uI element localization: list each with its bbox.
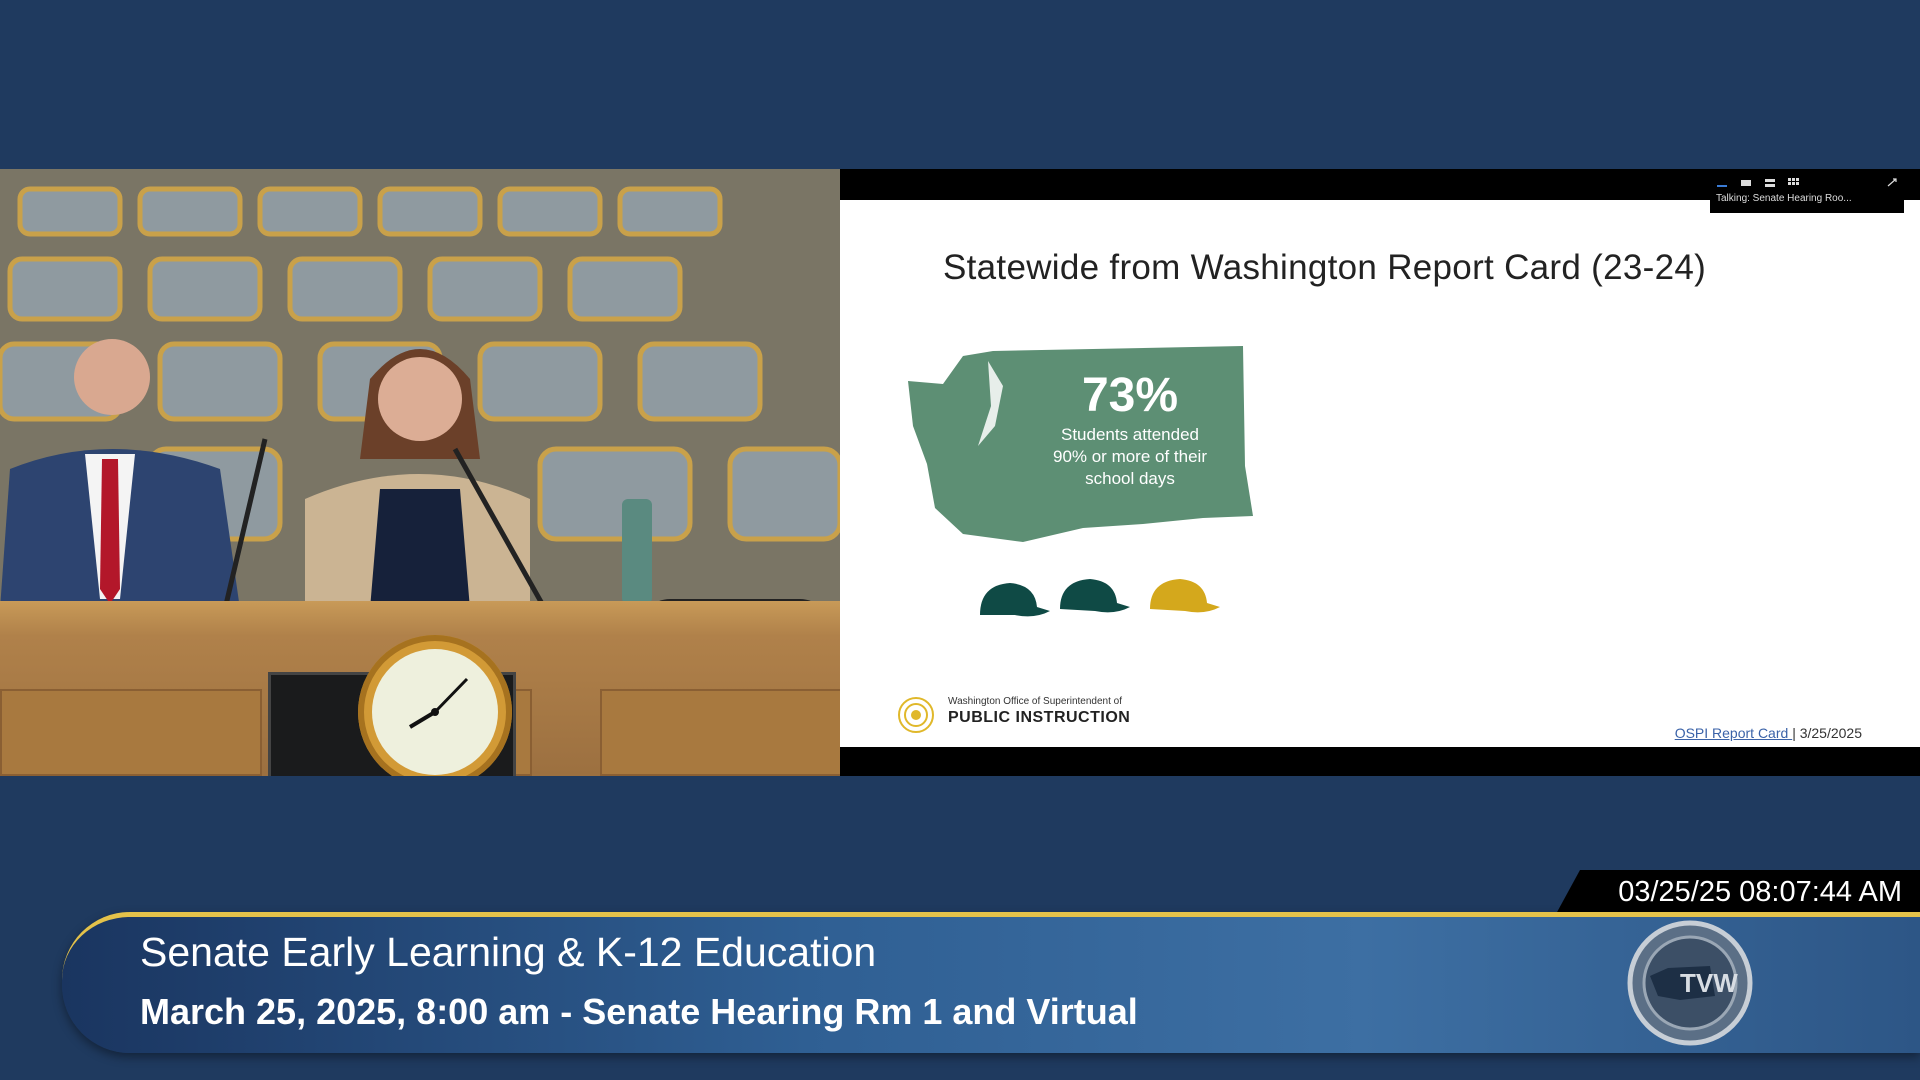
student-caps-icon	[980, 579, 1220, 617]
network-logo-text: TVW	[1680, 968, 1738, 998]
logo-subtitle: Washington Office of Superintendent of	[948, 696, 1122, 707]
ospi-emblem-icon	[898, 697, 934, 733]
timestamp-tab: 03/25/25 08:07:44 AM	[1556, 870, 1920, 914]
talking-indicator: Talking: Senate Hearing Roo...	[1716, 193, 1852, 204]
slide-title: Statewide from Washington Report Card (2…	[943, 248, 1707, 287]
strip-view-icon[interactable]	[1764, 175, 1778, 187]
cap-dark-2-icon	[1060, 579, 1130, 613]
gallery-view-icon[interactable]	[1788, 175, 1802, 185]
zoom-view-controls: Talking: Senate Hearing Roo...	[1710, 170, 1904, 213]
speaker-view-icon[interactable]	[1740, 175, 1754, 186]
screen-share: Statewide from Washington Report Card (2…	[840, 169, 1920, 776]
stat-label-line-3: school days	[1085, 469, 1175, 488]
person-left	[74, 339, 150, 415]
person-right	[378, 357, 462, 441]
expand-icon[interactable]	[1886, 175, 1900, 187]
tvw-logo: TVW	[1627, 920, 1753, 1046]
ospi-logo: Washington Office of Superintendent of P…	[896, 693, 1196, 737]
camera-feed	[0, 169, 840, 776]
minimize-view-icon[interactable]	[1716, 175, 1730, 187]
stat-value: 73%	[1081, 369, 1179, 422]
cap-dark-1-icon	[980, 583, 1050, 617]
presentation-slide: Statewide from Washington Report Card (2…	[840, 200, 1920, 747]
hearing-info: March 25, 2025, 8:00 am - Senate Hearing…	[140, 991, 1138, 1032]
stat-label-line-1: Students attended	[1060, 425, 1199, 444]
attendance-stat: 73% Students attended 90% or more of the…	[1030, 368, 1230, 490]
footer-date: | 3/25/2025	[1792, 725, 1862, 741]
clock-hands	[408, 677, 469, 729]
cap-gold-icon	[1150, 579, 1220, 613]
ospi-report-card-link[interactable]: OSPI Report Card	[1675, 725, 1793, 741]
logo-title: PUBLIC INSTRUCTION	[948, 709, 1131, 726]
broadcast-timestamp: 03/25/25 08:07:44 AM	[1618, 876, 1902, 908]
committee-name: Senate Early Learning & K-12 Education	[140, 929, 877, 975]
wall-clock	[358, 635, 512, 776]
slide-footer: OSPI Report Card | 3/25/2025	[1675, 725, 1862, 741]
stat-label-line-2: 90% or more of their	[1052, 447, 1207, 466]
